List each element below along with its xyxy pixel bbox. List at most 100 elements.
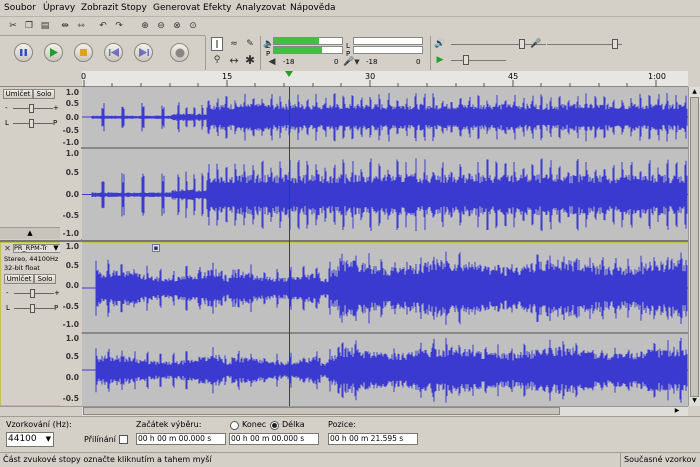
track1-gain-slider[interactable] xyxy=(29,104,34,113)
record-button[interactable] xyxy=(170,43,189,62)
position-value: 00 h 00 m 21.595 s xyxy=(330,434,404,443)
selection-tool-icon[interactable]: I xyxy=(211,37,223,51)
ruler-label-30: 30 xyxy=(365,72,376,81)
track1-gain-plus: + xyxy=(53,104,59,112)
track2-mute-button[interactable]: Umlčet xyxy=(4,274,34,284)
speed-slider[interactable] xyxy=(463,55,469,65)
edit-toolbar: ✂ ❐ ▤ ⇹ ⇿ ↶ ↷ ⊕ ⊖ ⊗ ⊙ xyxy=(0,17,205,36)
silence-icon[interactable]: ⇿ xyxy=(76,21,86,31)
track2-solo-button[interactable]: Solo xyxy=(34,274,56,284)
rec-meter-left xyxy=(353,37,423,45)
length-radio[interactable] xyxy=(270,421,279,430)
speaker-icon[interactable]: ◀ xyxy=(267,58,277,67)
menu-upravy[interactable]: Úpravy xyxy=(43,3,75,13)
scroll-up-icon[interactable]: ▲ xyxy=(690,88,699,96)
track1-solo-button[interactable]: Solo xyxy=(33,89,55,99)
scale-label: 0.5 xyxy=(65,168,79,177)
draw-tool-icon[interactable]: ✎ xyxy=(244,38,256,50)
rate-select[interactable]: 44100 ▼ xyxy=(6,432,54,447)
track1-pan-l: L xyxy=(5,119,9,127)
scale-label: 0.0 xyxy=(65,281,79,290)
menu-generovat[interactable]: Generovat xyxy=(153,3,200,13)
menu-zobrazit[interactable]: Zobrazit xyxy=(81,3,118,13)
track1-collapse-icon[interactable]: ▲ xyxy=(0,227,60,239)
horizontal-scrollbar[interactable]: ▶ xyxy=(82,406,688,416)
vertical-scroll-thumb[interactable] xyxy=(690,97,699,397)
menu-napoveda[interactable]: Nápověda xyxy=(290,3,336,13)
scale-label: -0.5 xyxy=(62,302,79,311)
vertical-scrollbar[interactable]: ▲ ▼ xyxy=(688,87,700,406)
undo-icon[interactable]: ↶ xyxy=(98,21,108,31)
scale-label: 0.5 xyxy=(65,99,79,108)
chevron-down-icon[interactable]: ▼ xyxy=(353,58,361,67)
play-at-speed-icon[interactable]: ▶ xyxy=(435,55,445,65)
track2-ch2-scale: 1.0 0.5 0.0 -0.5 xyxy=(60,334,82,406)
skip-start-button[interactable] xyxy=(104,43,123,62)
track1-ch1-waveform[interactable] xyxy=(82,87,688,147)
track2-gain-slider[interactable] xyxy=(30,289,35,298)
track1-gain-minus: - xyxy=(5,104,8,112)
skip-end-button[interactable] xyxy=(134,43,153,62)
play-button[interactable] xyxy=(44,43,63,62)
input-volume-track xyxy=(547,44,622,45)
selection-end-field[interactable]: 00 h 00 m 00.000 s xyxy=(229,433,319,445)
scale-label: 1.0 xyxy=(65,88,79,97)
track2-ch2-waveform[interactable] xyxy=(82,334,688,406)
selection-end-value: 00 h 00 m 00.000 s xyxy=(231,434,305,443)
track2-pan-p: P xyxy=(54,304,59,312)
tools-toolbar: I ≈ ✎ ⚲ ↔ ✱ xyxy=(205,36,260,70)
close-icon[interactable]: ✕ xyxy=(3,244,12,253)
timeshift-tool-icon[interactable]: ↔ xyxy=(228,54,240,66)
position-field[interactable]: 00 h 00 m 21.595 s xyxy=(328,433,418,445)
menu-bar: Soubor Úpravy Zobrazit Stopy Generovat E… xyxy=(0,0,700,17)
scale-label: -0.5 xyxy=(62,126,79,135)
multi-tool-icon[interactable]: ✱ xyxy=(244,54,256,66)
status-rate: Současné vzorkov xyxy=(624,455,697,464)
track1-ch2-waveform[interactable] xyxy=(82,149,688,240)
redo-icon[interactable]: ↷ xyxy=(114,21,124,31)
input-volume-slider[interactable] xyxy=(612,39,618,49)
track2-pan-slider[interactable] xyxy=(30,304,35,313)
cut-icon[interactable]: ✂ xyxy=(8,21,18,31)
track1-mute-button[interactable]: Umlčet xyxy=(3,89,33,99)
selection-start-field[interactable]: 00 h 00 m 00.000 s xyxy=(136,433,226,445)
track2-ch1-waveform[interactable] xyxy=(82,242,688,332)
snap-checkbox[interactable] xyxy=(119,435,128,444)
clip-handle-icon[interactable]: ▪ xyxy=(152,244,160,252)
trim-icon[interactable]: ⇹ xyxy=(60,21,70,31)
track1-pan-p: P xyxy=(53,119,58,127)
end-radio[interactable] xyxy=(230,421,239,430)
zoom-tool-icon[interactable]: ⚲ xyxy=(211,54,223,66)
status-bar: Část zvukové stopy označte kliknutím a t… xyxy=(0,452,700,467)
paste-icon[interactable]: ▤ xyxy=(40,21,50,31)
scroll-down-icon[interactable]: ▼ xyxy=(690,397,699,405)
menu-efekty[interactable]: Efekty xyxy=(203,3,231,13)
scale-label: -0.5 xyxy=(62,394,79,403)
stop-icon xyxy=(80,49,87,56)
zoom-in-icon[interactable]: ⊕ xyxy=(140,21,150,31)
scale-label: 1.0 xyxy=(65,334,79,343)
timeline-ruler[interactable]: 0 15 30 45 1:00 xyxy=(81,71,688,87)
meter-play-l: L xyxy=(266,42,270,50)
copy-icon[interactable]: ❐ xyxy=(24,21,34,31)
menu-stopy[interactable]: Stopy xyxy=(121,3,147,13)
scale-label: 0.5 xyxy=(65,352,79,361)
envelope-tool-icon[interactable]: ≈ xyxy=(228,38,240,50)
horizontal-scroll-thumb[interactable] xyxy=(83,407,560,415)
menu-soubor[interactable]: Soubor xyxy=(4,3,36,13)
scroll-right-icon[interactable]: ▶ xyxy=(672,406,682,415)
ruler-corner xyxy=(0,70,82,87)
fit-selection-icon[interactable]: ⊗ xyxy=(172,21,182,31)
scale-label: 0.0 xyxy=(65,113,79,122)
menu-analyzovat[interactable]: Analyzovat xyxy=(236,3,286,13)
fit-project-icon[interactable]: ⊙ xyxy=(188,21,198,31)
track1-pan-slider[interactable] xyxy=(29,119,34,128)
play-zero-label: 0 xyxy=(334,58,339,66)
output-volume-slider[interactable] xyxy=(519,39,525,49)
scroll-corner xyxy=(0,406,82,416)
ruler-ticks xyxy=(83,71,657,87)
pause-button[interactable] xyxy=(14,43,33,62)
meter-rec-l: L xyxy=(346,42,350,50)
zoom-out-icon[interactable]: ⊖ xyxy=(156,21,166,31)
stop-button[interactable] xyxy=(74,43,93,62)
